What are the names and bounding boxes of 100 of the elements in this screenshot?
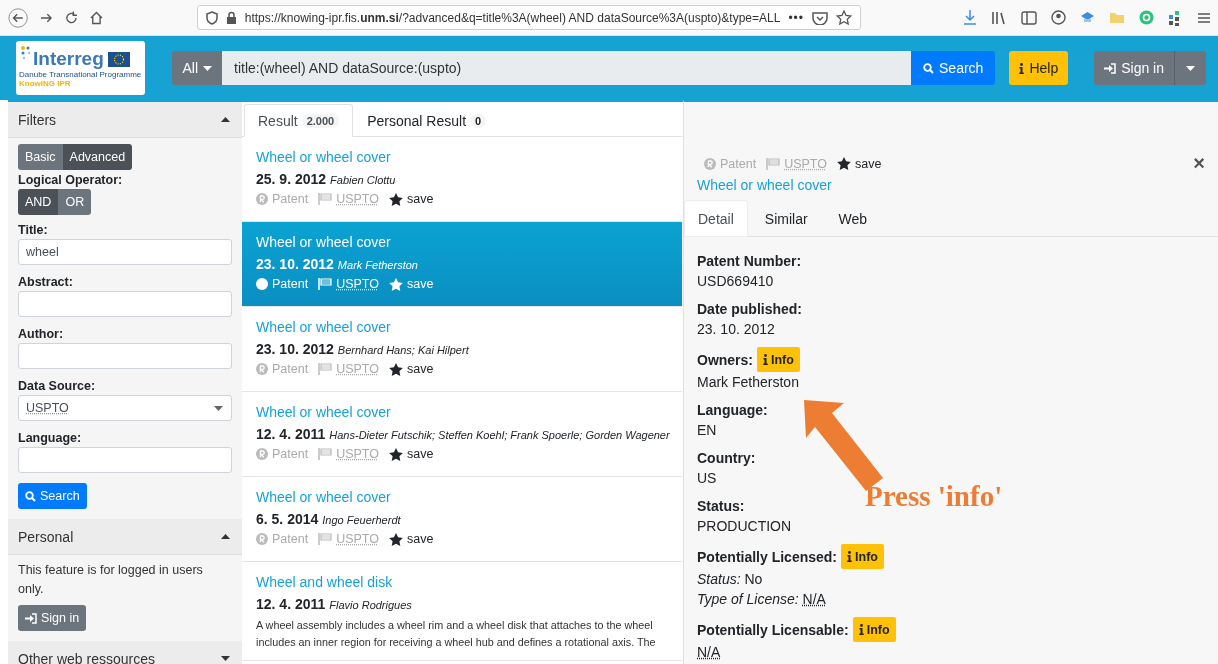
logo[interactable]: Interreg Danube Transnational Programme KnowING IPR <box>16 41 146 95</box>
star-outline-icon[interactable] <box>836 10 852 25</box>
info-button[interactable]: Info <box>852 617 896 642</box>
result-item[interactable]: Wheel or wheel cover 23. 10. 2012 Mark Fetherston Patent USPTO save <box>242 222 682 307</box>
help-button[interactable]: Help <box>1009 51 1069 85</box>
close-button[interactable]: × <box>1193 155 1205 172</box>
input-field[interactable] <box>18 343 232 369</box>
field-label: Date published: <box>697 301 802 317</box>
caret-down-icon <box>1186 65 1195 71</box>
field-label: Potentially Licensable: <box>697 621 849 638</box>
input-field[interactable] <box>18 447 232 473</box>
field-label: Potentially Licensed: <box>697 548 838 565</box>
field-label: Logical Operator: <box>18 173 124 187</box>
field-value: 23. 10. 2012 <box>697 320 776 339</box>
annotation-text: Press 'info' <box>865 480 1003 513</box>
type-label: Patent <box>272 447 309 461</box>
menu-icon[interactable] <box>1198 11 1210 24</box>
save-link[interactable]: save <box>855 156 882 171</box>
search-icon <box>25 490 36 502</box>
input-field[interactable] <box>18 291 232 317</box>
back-icon[interactable] <box>8 6 29 29</box>
download-icon[interactable] <box>963 10 977 25</box>
detail-tab[interactable]: Similar <box>750 200 822 237</box>
field-label: Owners: <box>697 351 753 368</box>
result-date: 23. 10. 2012 <box>256 341 334 357</box>
mode-toggle[interactable]: Basic <box>18 144 63 170</box>
account-icon[interactable] <box>1051 10 1066 25</box>
result-tab[interactable]: Result 2.000 <box>244 104 354 137</box>
star-icon <box>389 532 403 546</box>
result-tab[interactable]: Personal Result 0 <box>353 104 501 137</box>
caret-down-icon <box>214 405 223 411</box>
panel-header[interactable]: Filters <box>8 102 242 138</box>
input-field[interactable]: wheel <box>18 239 232 265</box>
save-link[interactable]: save <box>407 532 434 546</box>
field-label: Author: <box>18 327 65 341</box>
field-label: Language: <box>18 431 83 445</box>
field-label: Language: <box>697 402 768 418</box>
flag-icon <box>318 278 333 290</box>
field-value: EN <box>697 421 718 440</box>
panel-title: Filters <box>18 111 57 128</box>
count-badge: 0 <box>470 113 487 128</box>
field-label: Patent Number: <box>697 253 802 269</box>
result-date: 23. 10. 2012 <box>256 256 334 272</box>
mode-toggle[interactable]: Advanced <box>62 144 133 170</box>
field-value: Mark Fetherston <box>697 373 800 392</box>
star-icon <box>389 447 403 461</box>
logo-title: Interreg <box>33 48 104 70</box>
field-value: N/A <box>697 643 722 662</box>
result-date: 6. 5. 2014 <box>256 511 319 527</box>
field-label: Data Source: <box>18 379 97 393</box>
field-label: Abstract: <box>18 275 74 289</box>
info-button[interactable]: Info <box>841 544 884 569</box>
scope-dropdown[interactable]: All <box>172 51 223 85</box>
home-icon[interactable] <box>89 10 103 25</box>
panel-header[interactable]: Other web ressources <box>8 641 242 664</box>
result-item[interactable]: Wheel or wheel cover 12. 4. 2011 Hans-Dieter Futschik; Steffen Koehl; Frank Spoerle; Gorden Wagener Patent USPTO save <box>242 392 682 477</box>
type-label: Patent <box>272 192 309 206</box>
panel-header[interactable]: Personal <box>8 519 242 555</box>
info-icon <box>1019 62 1025 74</box>
result-item[interactable]: Wheel or wheel cover 23. 10. 2012 Bernhard Hans; Kai Hilpert Patent USPTO save <box>242 307 682 392</box>
star-icon <box>837 157 851 170</box>
flag-icon <box>318 363 333 375</box>
operator-toggle[interactable]: AND <box>18 189 59 215</box>
library-icon[interactable] <box>991 10 1007 25</box>
reload-icon[interactable] <box>65 10 78 25</box>
abstract-text: includes an inner region for receiving a wheel hub and defines a rotational axis. The <box>256 635 657 650</box>
detail-tab[interactable]: Detail <box>684 200 748 237</box>
save-link[interactable]: save <box>407 277 434 291</box>
save-link[interactable]: save <box>407 447 434 461</box>
flag-icon <box>766 157 781 170</box>
select-field[interactable]: USPTO <box>18 395 232 421</box>
menu-dots[interactable]: ••• <box>788 10 804 25</box>
result-item[interactable]: Wheel or wheel cover 6. 5. 2014 Ingo Feuerherdt Patent USPTO save <box>242 477 682 562</box>
result-authors: Fabien Clottu <box>330 174 396 186</box>
save-link[interactable]: save <box>407 192 434 206</box>
result-authors: Hans-Dieter Futschik; Steffen Koehl; Frank Spoerle; Gorden Wagener <box>329 429 670 441</box>
type-label: Patent <box>720 156 757 171</box>
url-text: https://knowing-ipr.fis.unm.si/?advanced&q=title%3A(wheel) AND dataSource%3A(uspto)&type=ALL <box>244 10 781 25</box>
pocket-icon[interactable] <box>812 10 828 25</box>
result-date: 12. 4. 2011 <box>256 426 326 442</box>
flag-icon <box>318 193 333 205</box>
operator-toggle[interactable]: OR <box>58 189 92 215</box>
detail-tab[interactable]: Web <box>824 200 882 237</box>
search-button[interactable]: Search <box>18 483 87 509</box>
extension-icon[interactable] <box>1080 11 1095 24</box>
search-button[interactable]: Search <box>911 51 996 85</box>
sign-in-icon <box>25 612 37 624</box>
address-bar[interactable]: https://knowing-ipr.fis.unm.si/?advanced&q=title%3A(wheel) AND dataSource%3A(uspto)&type=ALL ••• <box>196 5 861 30</box>
search-field[interactable]: title:(wheel) AND dataSource:(uspto) <box>222 51 912 85</box>
logo-subtitle: Danube Transnational Programme <box>19 70 143 79</box>
info-icon <box>763 354 768 365</box>
field-value: Status: No <box>697 570 764 589</box>
sidebar-icon[interactable] <box>1021 10 1037 25</box>
save-link[interactable]: save <box>407 362 434 376</box>
result-authors: Mark Fetherston <box>337 259 418 271</box>
panel-title: Other web ressources <box>18 650 155 664</box>
eu-flag-icon <box>107 51 130 67</box>
info-button[interactable]: Info <box>757 347 800 372</box>
caret-down-icon <box>203 65 213 71</box>
sign-in-button[interactable]: Sign in <box>18 605 87 631</box>
